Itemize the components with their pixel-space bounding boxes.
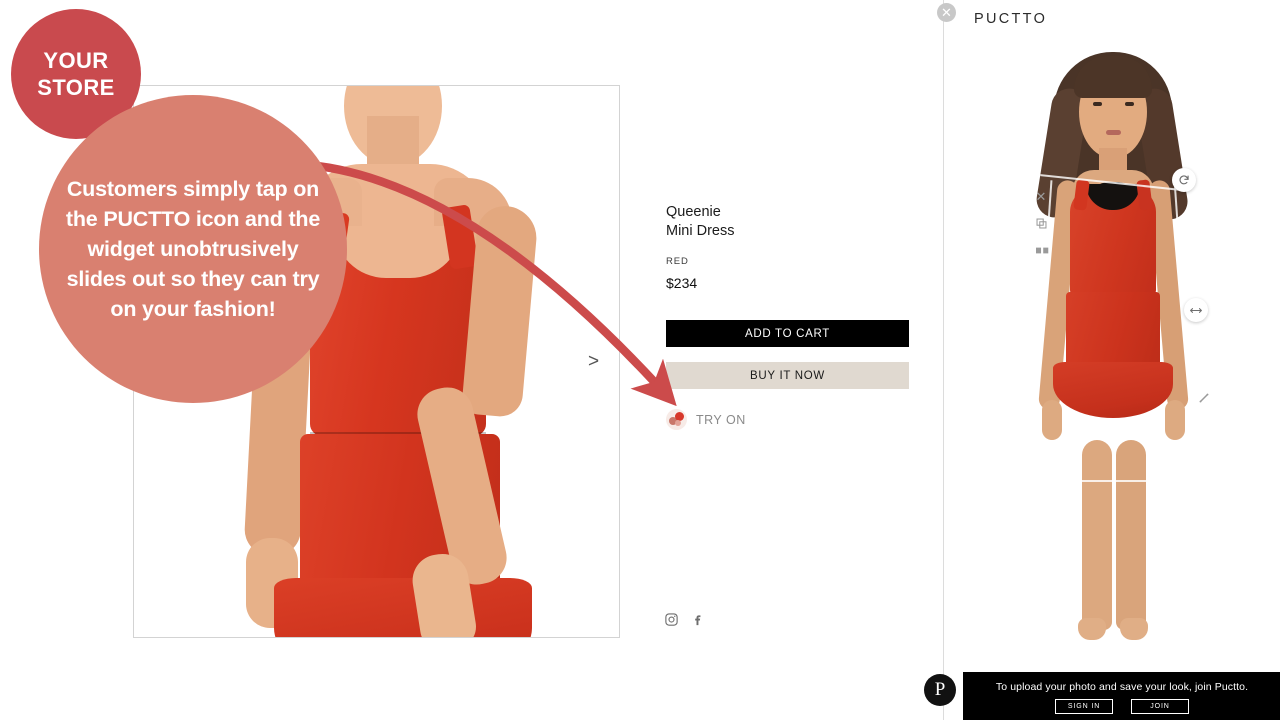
your-store-line1: YOUR <box>43 48 109 73</box>
product-color: RED <box>666 256 689 267</box>
join-prompt-bar: To upload your photo and save your look,… <box>963 672 1280 720</box>
join-button[interactable]: JOIN <box>1131 699 1189 714</box>
product-title-line2: Mini Dress <box>666 223 735 239</box>
compare-icon[interactable] <box>1034 244 1050 256</box>
buy-it-now-button[interactable]: BUY IT NOW <box>666 362 909 389</box>
join-prompt-message: To upload your photo and save your look,… <box>995 681 1249 693</box>
puctto-dots-icon <box>666 409 687 430</box>
close-icon[interactable]: ✕ <box>937 3 956 22</box>
puctto-panel-title: PUCTTO <box>974 11 1048 27</box>
social-links <box>664 612 705 632</box>
puctto-logo[interactable]: P <box>924 674 956 706</box>
product-info: Queenie Mini Dress RED $234 <box>666 203 916 291</box>
callout-bubble: Customers simply tap on the PUCTTO icon … <box>39 95 347 403</box>
product-price: $234 <box>666 275 698 291</box>
try-on-label: TRY ON <box>696 412 746 427</box>
remove-icon[interactable]: ✕ <box>1034 189 1048 204</box>
product-title-line1: Queenie <box>666 204 721 220</box>
add-to-cart-button[interactable]: ADD TO CART <box>666 320 909 347</box>
join-prompt-buttons: SIGN IN JOIN <box>963 699 1280 714</box>
selection-guide <box>1044 480 1186 482</box>
resize-horizontal-icon[interactable] <box>1184 298 1208 322</box>
rotate-icon[interactable] <box>1172 168 1196 192</box>
facebook-icon[interactable] <box>690 612 705 632</box>
instagram-icon[interactable] <box>664 612 679 632</box>
app-screenshot: > Queenie Mini Dress RED $234 ADD TO CAR… <box>0 0 1280 720</box>
gallery-next-arrow[interactable]: > <box>588 351 599 373</box>
puctto-widget-panel: PUCTTO ✕ To upload your photo and save y… <box>943 0 1280 720</box>
try-on-canvas[interactable]: ✕ <box>944 40 1280 670</box>
sign-in-button[interactable]: SIGN IN <box>1055 699 1113 714</box>
resize-diagonal-icon[interactable] <box>1196 390 1212 406</box>
try-on-button[interactable]: TRY ON <box>666 409 746 430</box>
copy-icon[interactable] <box>1034 216 1048 230</box>
callout-text: Customers simply tap on the PUCTTO icon … <box>65 177 321 321</box>
product-title: Queenie Mini Dress <box>666 203 916 241</box>
your-store-line2: STORE <box>37 75 115 100</box>
